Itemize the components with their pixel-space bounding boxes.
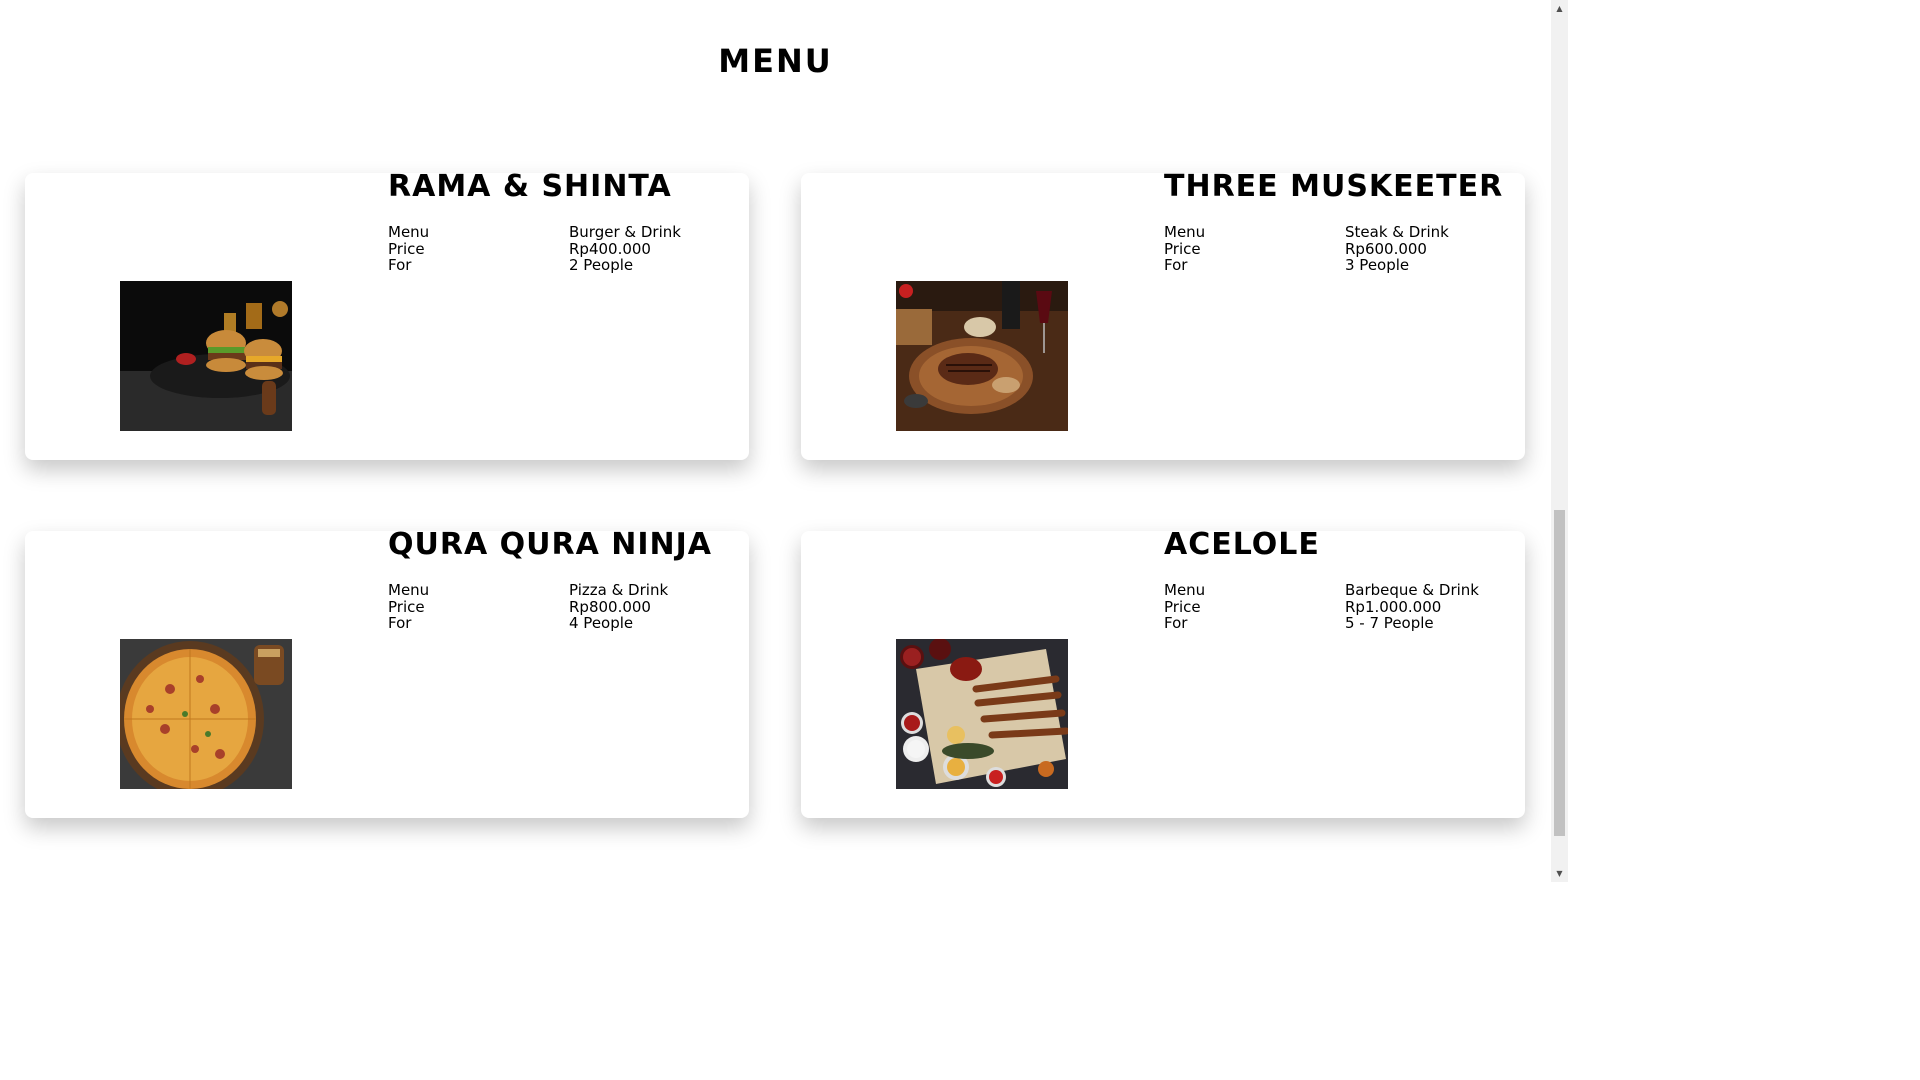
for-value: 5 - 7 People	[1345, 614, 1434, 632]
menu-label: Menu	[388, 223, 430, 241]
menu-label: Menu	[1164, 223, 1206, 241]
package-title: RAMA & SHINTA	[388, 169, 672, 204]
package-card-qura-qura-ninja: QURA QURA NINJA Menu Pizza & Drink Price R…	[25, 527, 749, 818]
menu-value: Steak & Drink	[1345, 223, 1449, 241]
barbeque-drink-photo	[896, 639, 1068, 789]
for-value: 3 People	[1345, 256, 1410, 274]
for-label: For	[1164, 256, 1188, 274]
menu-label: Menu	[388, 581, 430, 599]
for-value: 2 People	[569, 256, 634, 274]
package-card-rama-shinta: RAMA & SHINTA Menu Burger & Drink Price Rp…	[25, 169, 749, 460]
for-label: For	[388, 256, 412, 274]
price-value: Rp1.000.000	[1345, 597, 1442, 616]
menu-page: MENU RAMA & SHINTA Menu Burger & Drink Pr…	[0, 0, 1568, 882]
price-label: Price	[388, 597, 425, 616]
package-title: QURA QURA NINJA	[388, 527, 713, 562]
pizza-drink-photo	[120, 639, 292, 789]
price-label: Price	[1164, 239, 1201, 258]
menu-value: Barbeque & Drink	[1345, 581, 1479, 599]
package-card-three-muskeeter: THREE MUSKEETER Menu Steak & Drink Price R…	[801, 169, 1525, 460]
burger-drink-photo	[120, 281, 292, 431]
menu-value: Pizza & Drink	[569, 581, 669, 599]
price-label: Price	[388, 239, 425, 258]
price-value: Rp600.000	[1345, 239, 1427, 258]
package-info: Menu Burger & Drink Price Rp400.000 For 2 P…	[388, 224, 681, 274]
package-info: Menu Pizza & Drink Price Rp800.000 For 4 Pe…	[388, 582, 668, 632]
for-value: 4 People	[569, 614, 634, 632]
page-scrollbar[interactable]: ▲ ▼	[1551, 0, 1568, 882]
price-value: Rp800.000	[569, 597, 651, 616]
package-card-acelole: ACELOLE Menu Barbeque & Drink Price Rp1.00…	[801, 527, 1525, 818]
package-info: Menu Steak & Drink Price Rp600.000 For 3 Pe…	[1164, 224, 1449, 274]
steak-drink-photo	[896, 281, 1068, 431]
package-title: ACELOLE	[1164, 527, 1320, 562]
menu-value: Burger & Drink	[569, 223, 681, 241]
page-title: MENU	[718, 42, 833, 80]
package-info: Menu Barbeque & Drink Price Rp1.000.000 Fo…	[1164, 582, 1479, 632]
package-title: THREE MUSKEETER	[1164, 169, 1504, 204]
arrow-down-icon[interactable]: ▼	[1551, 865, 1568, 882]
for-label: For	[1164, 614, 1188, 632]
menu-label: Menu	[1164, 581, 1206, 599]
price-label: Price	[1164, 597, 1201, 616]
for-label: For	[388, 614, 412, 632]
arrow-up-icon[interactable]: ▲	[1551, 0, 1568, 17]
price-value: Rp400.000	[569, 239, 651, 258]
scrollbar-thumb[interactable]	[1554, 510, 1565, 836]
